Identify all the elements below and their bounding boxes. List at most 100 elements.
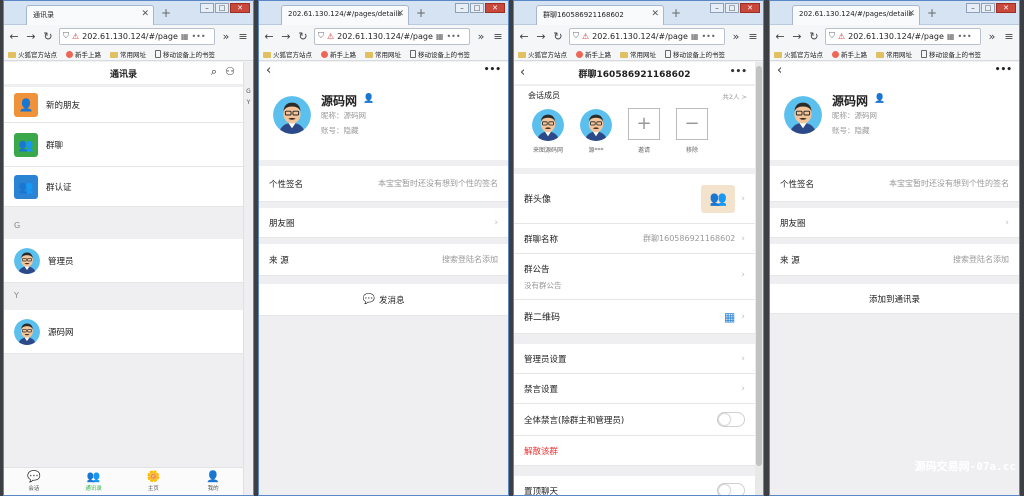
reload-icon[interactable]: ↻ xyxy=(552,30,564,43)
group-name-row[interactable]: 群聊名称 群聊160586921168602 › xyxy=(514,224,755,254)
menu-item-group-chat[interactable]: 👥 群聊 xyxy=(4,123,243,167)
bookmark-item[interactable]: 常用网址 xyxy=(365,49,401,59)
bookmark-item[interactable]: 新手上路 xyxy=(321,49,356,59)
tab-chats[interactable]: 💬 会话 xyxy=(4,468,64,495)
overflow-chevron-icon[interactable]: » xyxy=(730,30,742,43)
menu-icon[interactable]: ≡ xyxy=(1003,30,1015,43)
more-dots-icon[interactable]: ••• xyxy=(191,32,205,41)
qr-icon[interactable]: ▦ xyxy=(947,32,955,41)
browser-tab[interactable]: 202.61.130.124/#/pages/details ✕ xyxy=(281,5,409,25)
bookmark-item[interactable]: 移动设备上的书签 xyxy=(921,49,981,59)
more-dots-icon[interactable]: ••• xyxy=(446,32,460,41)
menu-item-new-friends[interactable]: 👤 新的朋友 xyxy=(4,87,243,123)
close-tab-icon[interactable]: ✕ xyxy=(651,9,659,19)
members-count[interactable]: 共2人 > xyxy=(722,91,747,101)
more-options-icon[interactable]: ••• xyxy=(995,65,1012,75)
reload-icon[interactable]: ↻ xyxy=(808,30,820,43)
remove-button[interactable]: − 移除 xyxy=(674,108,710,154)
more-dots-icon[interactable]: ••• xyxy=(957,32,971,41)
bookmark-item[interactable]: 新手上路 xyxy=(832,49,867,59)
bookmark-item[interactable]: 新手上路 xyxy=(66,49,101,59)
back-chevron-icon[interactable]: ‹ xyxy=(520,65,525,80)
add-to-contacts-button[interactable]: 添加到通讯录 xyxy=(770,284,1019,314)
bookmark-item[interactable]: 常用网址 xyxy=(876,49,912,59)
mute-all-toggle[interactable] xyxy=(717,412,745,427)
reload-icon[interactable]: ↻ xyxy=(42,30,54,43)
search-icon[interactable]: ⌕ xyxy=(211,65,217,79)
url-bar[interactable]: ⛉ ⚠ 202.61.130.124/#/page ▦ ••• xyxy=(825,27,981,45)
contact-row-yuanmawang[interactable]: 源码网 xyxy=(4,310,243,354)
more-options-icon[interactable]: ••• xyxy=(484,65,501,75)
bookmark-item[interactable]: 移动设备上的书签 xyxy=(665,49,725,59)
minimize-button[interactable]: – xyxy=(455,3,469,13)
qr-icon[interactable]: ▦ xyxy=(691,32,699,41)
bookmark-item[interactable]: 常用网址 xyxy=(110,49,146,59)
more-options-icon[interactable]: ••• xyxy=(730,67,747,77)
mute-settings-row[interactable]: 禁言设置 › xyxy=(514,374,755,404)
tab-contacts[interactable]: 👥 通讯录 xyxy=(64,468,124,495)
new-tab-icon[interactable]: + xyxy=(161,6,171,20)
bookmark-item[interactable]: 移动设备上的书签 xyxy=(155,49,215,59)
close-window-button[interactable]: ✕ xyxy=(740,3,760,13)
new-tab-icon[interactable]: + xyxy=(671,6,681,20)
browser-tab[interactable]: 通讯录 ✕ xyxy=(26,5,154,25)
overflow-chevron-icon[interactable]: » xyxy=(475,30,487,43)
menu-item-group-verify[interactable]: 👥 群认证 xyxy=(4,167,243,207)
back-arrow-icon[interactable]: ← xyxy=(8,30,20,43)
group-notice-row[interactable]: 群公告 没有群公告 › xyxy=(514,254,755,300)
overflow-chevron-icon[interactable]: » xyxy=(220,30,232,43)
qr-icon[interactable]: ▦ xyxy=(181,32,189,41)
moments-row[interactable]: 朋友圈 › xyxy=(770,208,1019,238)
back-chevron-icon[interactable]: ‹ xyxy=(266,63,271,78)
back-chevron-icon[interactable]: ‹ xyxy=(777,63,782,78)
forward-arrow-icon[interactable]: → xyxy=(25,30,37,43)
invite-button[interactable]: + 邀请 xyxy=(626,108,662,154)
close-window-button[interactable]: ✕ xyxy=(230,3,250,13)
maximize-button[interactable]: □ xyxy=(215,3,229,13)
scrollbar-thumb[interactable] xyxy=(756,66,762,466)
close-tab-icon[interactable]: ✕ xyxy=(141,9,149,19)
group-avatar-row[interactable]: 群头像 👥 › xyxy=(514,174,755,224)
member-item[interactable]: 来图源码网 xyxy=(530,109,566,154)
back-arrow-icon[interactable]: ← xyxy=(518,30,530,43)
dissolve-group-button[interactable]: 解散该群 xyxy=(514,436,755,466)
pin-chat-toggle[interactable] xyxy=(717,483,745,495)
bookmark-item[interactable]: 火狐官方站点 xyxy=(518,49,567,59)
reload-icon[interactable]: ↻ xyxy=(297,30,309,43)
forward-arrow-icon[interactable]: → xyxy=(280,30,292,43)
close-window-button[interactable]: ✕ xyxy=(485,3,505,13)
close-window-button[interactable]: ✕ xyxy=(996,3,1016,13)
scrollbar[interactable] xyxy=(755,62,763,495)
index-bar[interactable]: G Y xyxy=(243,62,253,495)
back-arrow-icon[interactable]: ← xyxy=(774,30,786,43)
bookmark-item[interactable]: 火狐官方站点 xyxy=(263,49,312,59)
new-tab-icon[interactable]: + xyxy=(416,6,426,20)
contact-row-admin[interactable]: 管理员 xyxy=(4,239,243,283)
tab-me[interactable]: 👤 我的 xyxy=(183,468,243,495)
maximize-button[interactable]: □ xyxy=(725,3,739,13)
admin-settings-row[interactable]: 管理员设置 › xyxy=(514,344,755,374)
browser-tab[interactable]: 202.61.130.124/#/pages/details ✕ xyxy=(792,5,920,25)
bookmark-item[interactable]: 常用网址 xyxy=(620,49,656,59)
url-bar[interactable]: ⛉ ⚠ 202.61.130.124/#/page ▦ ••• xyxy=(314,27,470,45)
minimize-button[interactable]: – xyxy=(966,3,980,13)
menu-icon[interactable]: ≡ xyxy=(747,30,759,43)
minimize-button[interactable]: – xyxy=(710,3,724,13)
send-message-button[interactable]: 💬 发消息 xyxy=(259,284,508,316)
bookmark-item[interactable]: 火狐官方站点 xyxy=(774,49,823,59)
minimize-button[interactable]: – xyxy=(200,3,214,13)
new-tab-icon[interactable]: + xyxy=(927,6,937,20)
bookmark-item[interactable]: 火狐官方站点 xyxy=(8,49,57,59)
member-item[interactable]: 源*** xyxy=(578,109,614,154)
moments-row[interactable]: 朋友圈 › xyxy=(259,208,508,238)
menu-icon[interactable]: ≡ xyxy=(237,30,249,43)
forward-arrow-icon[interactable]: → xyxy=(535,30,547,43)
menu-icon[interactable]: ≡ xyxy=(492,30,504,43)
url-bar[interactable]: ⛉ ⚠ 202.61.130.124/#/page ▦ ••• xyxy=(59,27,215,45)
url-bar[interactable]: ⛉ ⚠ 202.61.130.124/#/page ▦ ••• xyxy=(569,27,725,45)
add-user-icon[interactable]: ⚇ xyxy=(225,65,235,78)
group-qrcode-row[interactable]: 群二维码 ▦ › xyxy=(514,300,755,334)
qr-icon[interactable]: ▦ xyxy=(436,32,444,41)
more-dots-icon[interactable]: ••• xyxy=(701,32,715,41)
browser-tab[interactable]: 群聊160586921168602 ✕ xyxy=(536,5,664,25)
